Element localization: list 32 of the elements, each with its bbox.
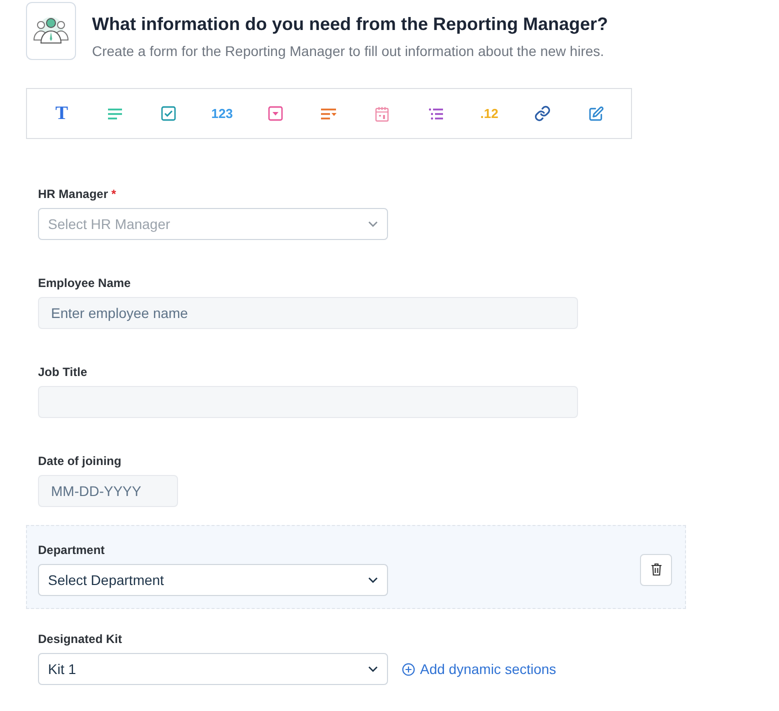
field-label: HR Manager * (38, 187, 118, 201)
form-description: Create a form for the Reporting Manager to fill out information about the new hires. (92, 43, 606, 59)
add-sections-link[interactable]: Add dynamic sections (402, 661, 556, 677)
field-label: Designated Kit (38, 632, 124, 646)
sort-list-icon (320, 108, 338, 120)
list-icon (428, 108, 444, 120)
field-label: Employee Name (38, 276, 132, 290)
form-title: What information do you need from the Reporting Manager? (92, 14, 608, 35)
field-type-button[interactable]: 123 (210, 102, 234, 126)
select-field[interactable]: Select HR Manager (38, 208, 388, 240)
input-field[interactable] (38, 386, 578, 418)
chevron-down-icon (368, 666, 378, 672)
plus-circle-icon (402, 662, 415, 676)
input-field[interactable]: Enter employee name (38, 297, 578, 329)
dropdown-icon (268, 106, 284, 121)
field-type-button[interactable]: T (50, 102, 74, 126)
chevron-down-icon (368, 221, 378, 227)
field-label: Department (38, 543, 106, 557)
date-field[interactable]: MM-DD-YYYY (38, 475, 178, 507)
delete-button[interactable] (640, 554, 672, 586)
edit-icon (588, 106, 604, 122)
select-field[interactable]: Select Department (38, 564, 388, 596)
chevron-down-icon (368, 577, 378, 583)
trash-icon (650, 563, 662, 576)
calendar-icon (375, 106, 390, 122)
select-field[interactable]: Kit 1 (38, 653, 388, 685)
link-icon (534, 105, 552, 122)
checkbox-icon (161, 106, 176, 121)
team-illustration (26, 2, 76, 60)
paragraph-icon (107, 108, 124, 120)
field-label: Job Title (38, 365, 88, 379)
field-label: Date of joining (38, 454, 122, 468)
